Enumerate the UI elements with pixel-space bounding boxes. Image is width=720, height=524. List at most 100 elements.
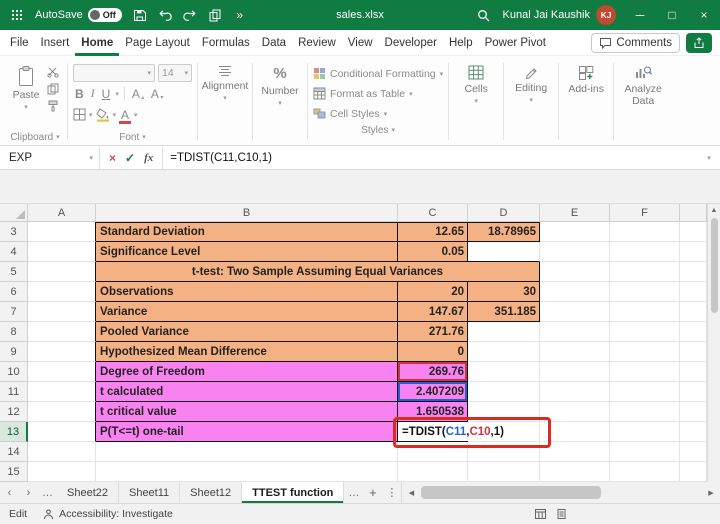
grid-cell[interactable] (468, 462, 540, 482)
grid-cell[interactable] (610, 402, 680, 422)
grid-cell[interactable] (540, 282, 610, 302)
grid-cell[interactable] (540, 242, 610, 262)
grid-cell[interactable] (28, 302, 96, 322)
sheet-overflow-icon[interactable]: … (344, 482, 363, 503)
grid-cell[interactable] (540, 362, 610, 382)
font-name-combo[interactable]: ▾ (73, 64, 155, 82)
quick-access-overflow-icon[interactable]: » (229, 3, 251, 27)
row-header-10[interactable]: 10 (0, 362, 28, 382)
share-button[interactable] (686, 33, 712, 53)
cell-styles-button[interactable]: Cell Styles▾ (313, 105, 443, 122)
menu-tab-home[interactable]: Home (75, 30, 119, 56)
font-size-combo[interactable]: 14▾ (158, 64, 192, 82)
cell-D11[interactable] (468, 382, 540, 402)
cell-D12[interactable] (468, 402, 540, 422)
grid-cell[interactable] (540, 402, 610, 422)
cell-D10[interactable] (468, 362, 540, 382)
styles-dialog-launcher[interactable]: ▾ (391, 126, 395, 134)
row-header-3[interactable]: 3 (0, 222, 28, 242)
grid-cell[interactable] (610, 262, 680, 282)
fill-color-icon[interactable] (96, 108, 110, 122)
grid-cell[interactable] (398, 462, 468, 482)
col-header-F[interactable]: F (610, 204, 680, 222)
cell-B6[interactable]: Observations (96, 282, 398, 302)
row-header-5[interactable]: 5 (0, 262, 28, 282)
view-normal-icon[interactable] (535, 509, 546, 519)
minimize-button[interactable]: ─ (624, 0, 656, 30)
cell-B11[interactable]: t calculated (96, 382, 398, 402)
grid-cell[interactable] (28, 262, 96, 282)
conditional-formatting-button[interactable]: Conditional Formatting▾ (313, 65, 443, 82)
undo-icon[interactable] (154, 3, 176, 27)
sheet-list-icon[interactable]: … (38, 482, 57, 503)
grid-cell[interactable] (28, 242, 96, 262)
row-header-12[interactable]: 12 (0, 402, 28, 422)
menu-tab-view[interactable]: View (342, 30, 379, 56)
cell-B13[interactable]: P(T<=t) one-tail (96, 422, 398, 442)
grid-cell[interactable] (28, 222, 96, 242)
scroll-right-icon[interactable]: ▶ (704, 489, 718, 497)
grid-cell[interactable] (610, 322, 680, 342)
sheet-menu-icon[interactable]: ⋮ (382, 482, 401, 503)
format-as-table-button[interactable]: Format as Table▾ (313, 85, 443, 102)
row-header-15[interactable]: 15 (0, 462, 28, 482)
decrease-font-icon[interactable]: A▾ (149, 87, 165, 101)
cell-D7[interactable]: 351.185 (468, 302, 540, 322)
grid-cell[interactable] (28, 442, 96, 462)
grid-cell[interactable] (28, 382, 96, 402)
grid-cell[interactable] (680, 422, 707, 442)
autosave-toggle[interactable]: AutoSave Off (35, 8, 122, 22)
grid-cell[interactable] (680, 322, 707, 342)
redo-icon[interactable] (179, 3, 201, 27)
cell-D3[interactable]: 18.78965 (468, 222, 540, 242)
bold-button[interactable]: B (73, 87, 86, 101)
menu-tab-review[interactable]: Review (292, 30, 342, 56)
cell-B7[interactable]: Variance (96, 302, 398, 322)
cell-C4[interactable]: 0.05 (398, 242, 468, 262)
analyze-data-button[interactable]: Analyze Data (615, 58, 671, 145)
vertical-scrollbar[interactable]: ▲ (707, 204, 720, 482)
grid-cell[interactable] (680, 242, 707, 262)
font-dialog-launcher[interactable]: ▾ (142, 133, 146, 141)
cell-B9[interactable]: Hypothesized Mean Difference (96, 342, 398, 362)
grid-cell[interactable] (680, 302, 707, 322)
app-launcher-icon[interactable] (6, 3, 28, 27)
grid-cell[interactable] (540, 422, 610, 442)
menu-tab-power-pivot[interactable]: Power Pivot (479, 30, 552, 56)
vertical-scroll-thumb[interactable] (711, 218, 718, 313)
grid-cell[interactable] (468, 442, 540, 462)
grid-cell[interactable] (610, 382, 680, 402)
col-header-C[interactable]: C (398, 204, 468, 222)
grid-cell[interactable] (610, 282, 680, 302)
name-box-dropdown-icon[interactable]: ▾ (89, 154, 99, 162)
cancel-entry-icon[interactable]: × (109, 151, 116, 165)
grid-cell[interactable] (540, 442, 610, 462)
grid-cell[interactable] (540, 342, 610, 362)
grid-cell[interactable] (680, 222, 707, 242)
row-header-4[interactable]: 4 (0, 242, 28, 262)
grid-cell[interactable] (680, 462, 707, 482)
col-header-B[interactable]: B (96, 204, 398, 222)
row-header-11[interactable]: 11 (0, 382, 28, 402)
add-ins-button[interactable]: Add-ins (560, 58, 612, 145)
cell-D4[interactable] (468, 242, 540, 262)
italic-button[interactable]: I (89, 86, 97, 101)
cell-C13[interactable]: =TDIST(C11,C10,1) (398, 422, 468, 442)
grid-cell[interactable] (28, 402, 96, 422)
alignment-group-button[interactable]: Alignment ▾ (199, 58, 251, 145)
scroll-left-icon[interactable]: ◀ (404, 489, 418, 497)
grid-cell[interactable] (28, 422, 96, 442)
insert-function-icon[interactable]: fx (144, 152, 153, 164)
cell-C7[interactable]: 147.67 (398, 302, 468, 322)
cell-D9[interactable] (468, 342, 540, 362)
grid-cell[interactable] (540, 302, 610, 322)
menu-tab-formulas[interactable]: Formulas (196, 30, 256, 56)
cell-C12[interactable]: 1.650538 (398, 402, 468, 422)
cell-C11[interactable]: 2.407209 (398, 382, 468, 402)
format-painter-icon[interactable] (47, 100, 59, 112)
menu-tab-data[interactable]: Data (256, 30, 292, 56)
menu-tab-file[interactable]: File (4, 30, 35, 56)
expand-formula-bar-icon[interactable]: ▾ (698, 146, 720, 169)
col-header-E[interactable]: E (540, 204, 610, 222)
sheet-tab-sheet11[interactable]: Sheet11 (119, 482, 180, 503)
